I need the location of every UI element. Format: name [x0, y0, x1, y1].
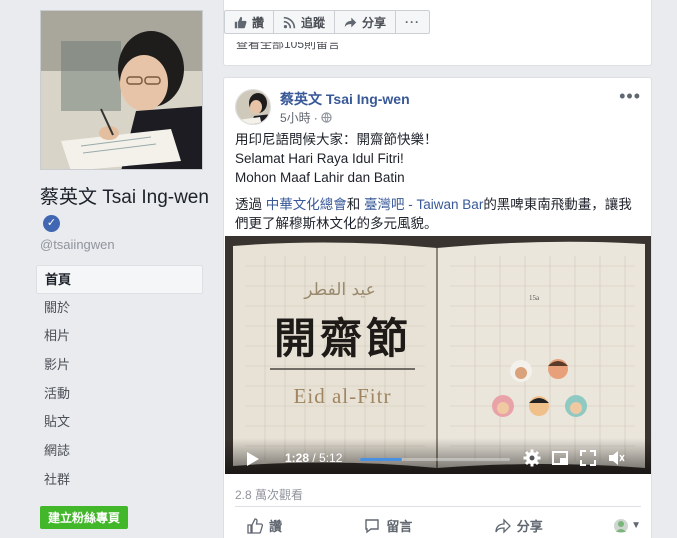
character-pink-hijab [492, 395, 514, 417]
profile-picture[interactable] [40, 10, 203, 170]
like-page-button[interactable]: 讚 [224, 10, 275, 34]
volume-muted-icon[interactable] [607, 449, 625, 467]
previous-post-footer: 讚 追蹤 分享 ··· 查看全部105則留言 [223, 0, 652, 66]
video-progress-bar[interactable] [360, 458, 510, 461]
chevron-down-icon: ▼ [631, 520, 641, 531]
video-page-mark: 15a [529, 294, 540, 302]
play-icon[interactable] [247, 452, 259, 466]
sidebar-item-posts[interactable]: 貼文 [36, 408, 203, 437]
share-page-label: 分享 [362, 15, 387, 30]
post-line-2: Selamat Hari Raya Idul Fitri! [235, 151, 404, 166]
link-chinese-culture-association[interactable]: 中華文化總會 [266, 197, 347, 212]
character-boy-2 [529, 396, 549, 416]
sidebar-item-photos[interactable]: 相片 [36, 322, 203, 351]
like-page-label: 讚 [252, 15, 265, 30]
follow-page-label: 追蹤 [301, 15, 326, 30]
fullscreen-icon[interactable] [579, 449, 597, 467]
picture-in-picture-icon[interactable] [551, 449, 569, 467]
settings-gear-icon[interactable] [523, 449, 541, 467]
character-boy-1 [548, 359, 568, 379]
create-page-button[interactable]: 建立粉絲專頁 [40, 506, 129, 529]
video-controls: 1:28 / 5:12 [225, 438, 651, 474]
link-taiwan-bar[interactable]: 臺灣吧 - Taiwan Bar [364, 197, 483, 212]
post-p2-mid: 和 [346, 197, 365, 212]
page-name[interactable]: 蔡英文 Tsai Ing-wen ✓ [40, 186, 210, 234]
sidebar-item-videos[interactable]: 影片 [36, 351, 203, 380]
post-line-1: 用印尼語問候大家：開齋節快樂！ [235, 132, 438, 147]
post-options-icon[interactable]: ••• [619, 86, 641, 107]
comment-label: 留言 [386, 519, 413, 534]
video-chinese-title: 開齋節 [273, 314, 412, 363]
thumbs-up-icon [247, 517, 263, 534]
share-arrow-icon [344, 17, 357, 27]
sidebar-nav: 首頁 關於 相片 影片 活動 貼文 網誌 社群 [36, 265, 203, 495]
page-handle[interactable]: @tsaiingwen [40, 237, 115, 252]
share-post-label: 分享 [516, 519, 543, 534]
view-count: 2.8 萬次觀看 [235, 488, 304, 502]
post-author[interactable]: 蔡英文 Tsai Ing-wen [280, 89, 410, 109]
post-p2-prefix: 透過 [235, 197, 266, 212]
thumbs-up-icon [234, 16, 247, 28]
share-arrow-icon [495, 517, 511, 534]
share-page-button[interactable]: 分享 [334, 10, 397, 34]
follow-page-button[interactable]: 追蹤 [273, 10, 336, 34]
post-line-3: Mohon Maaf Lahir dan Batin [235, 170, 405, 185]
meta-separator: · [313, 110, 318, 125]
video-arabic-title: عيد الفطر [304, 280, 376, 300]
like-post-button[interactable]: 讚 [235, 516, 294, 535]
post-time[interactable]: 5小時 [280, 109, 311, 126]
actions-divider [235, 506, 641, 507]
comment-button[interactable]: 留言 [352, 516, 424, 535]
post-paragraph-2: 透過 中華文化總會和 臺灣吧 - Taiwan Bar的黑啤東南飛動畫，讓我們更… [235, 195, 645, 233]
view-all-comments-link[interactable]: 查看全部105則留言 [236, 42, 340, 54]
sidebar-item-community[interactable]: 社群 [36, 466, 203, 495]
sidebar-item-notes[interactable]: 網誌 [36, 437, 203, 466]
character-teal-hijab [565, 395, 587, 417]
globe-icon [321, 112, 332, 123]
post-body: 用印尼語問候大家：開齋節快樂！ Selamat Hari Raya Idul F… [235, 130, 645, 233]
video-progress-fill [360, 458, 402, 461]
character-white-hijab [510, 360, 532, 382]
view-all-comments-text: 查看全部105則留言 [236, 42, 341, 51]
post-actions: 讚 留言 分享 ▼ [235, 516, 641, 535]
post-meta: 5小時 · [280, 109, 332, 126]
comment-bubble-icon [365, 518, 380, 533]
more-options-button[interactable]: ··· [395, 10, 431, 34]
like-post-label: 讚 [269, 519, 283, 534]
left-sidebar: 蔡英文 Tsai Ing-wen ✓ @tsaiingwen 首頁 關於 相片 影… [0, 0, 213, 538]
verified-badge-icon: ✓ [43, 215, 60, 232]
page-action-buttons: 讚 追蹤 分享 ··· [224, 10, 431, 34]
video-duration: 5:12 [319, 451, 343, 465]
share-post-button[interactable]: 分享 [483, 516, 555, 535]
more-dots-icon: ··· [405, 15, 421, 29]
reaction-picker[interactable]: ▼ [613, 516, 641, 535]
sidebar-item-home[interactable]: 首頁 [36, 265, 203, 294]
post-card: 蔡英文 Tsai Ing-wen 5小時 · ••• 用印尼語問候大家：開齋節快… [223, 77, 652, 538]
video-timecode: 1:28 / 5:12 [285, 451, 343, 465]
page-name-text: 蔡英文 Tsai Ing-wen [40, 187, 209, 208]
author-avatar[interactable] [235, 89, 271, 125]
reaction-avatar-icon [614, 518, 629, 533]
sidebar-item-events[interactable]: 活動 [36, 380, 203, 409]
rss-icon [283, 16, 296, 28]
video-player[interactable]: عيد الفطر 開齋節 Eid al-Fitr 15a 1:28 / 5:1… [225, 236, 651, 474]
video-current-time: 1:28 [285, 451, 310, 465]
sidebar-item-about[interactable]: 關於 [36, 294, 203, 323]
video-english-title: Eid al-Fitr [293, 384, 392, 408]
